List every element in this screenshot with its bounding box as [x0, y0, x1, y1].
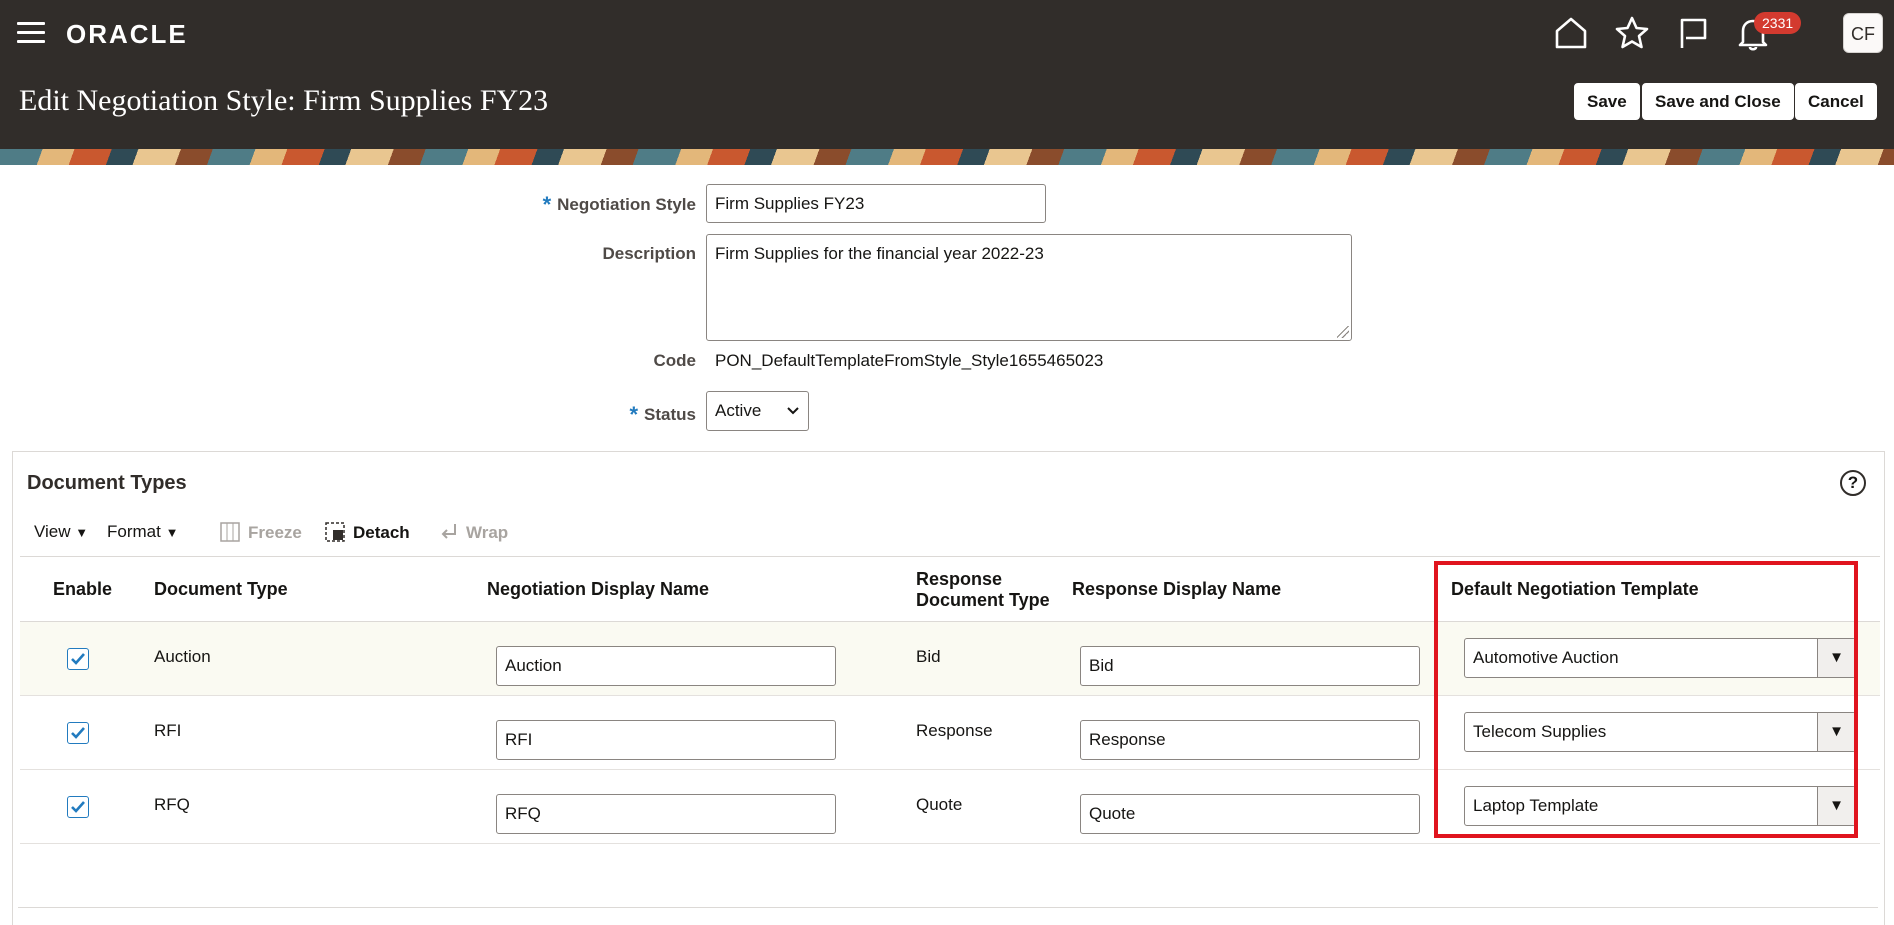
- negotiation-display-name-input[interactable]: RFQ: [496, 794, 836, 834]
- table-row[interactable]: Auction Auction Bid Bid Automotive Aucti…: [20, 622, 1880, 696]
- table-header: Enable Document Type Negotiation Display…: [20, 556, 1880, 622]
- divider: [18, 907, 1878, 908]
- format-menu[interactable]: Format ▼: [107, 522, 178, 542]
- code-label: Code: [653, 351, 697, 370]
- resize-handle-icon[interactable]: [1337, 326, 1349, 338]
- response-display-name-input[interactable]: Quote: [1080, 794, 1420, 834]
- caret-down-icon: ▼: [75, 525, 89, 540]
- detach-icon: [325, 522, 345, 542]
- status-label: * Status: [629, 402, 696, 427]
- global-header: ORACLE 2331 CF Edit Negotiation Style: F…: [0, 0, 1894, 149]
- save-button[interactable]: Save: [1574, 83, 1640, 120]
- save-and-close-button[interactable]: Save and Close: [1642, 83, 1794, 120]
- col-response-document-type: Response Document Type: [916, 569, 1050, 610]
- oracle-logo[interactable]: ORACLE: [66, 19, 188, 50]
- favorites-star-icon[interactable]: [1613, 14, 1651, 52]
- view-menu[interactable]: View ▼: [34, 522, 88, 542]
- negotiation-display-name-input[interactable]: RFI: [496, 720, 836, 760]
- col-negotiation-display-name: Negotiation Display Name: [487, 579, 710, 599]
- wrap-icon: [438, 522, 458, 542]
- col-document-type: Document Type: [154, 579, 288, 599]
- default-template-value: Laptop Template: [1473, 796, 1599, 815]
- response-document-type-cell: Bid: [916, 647, 941, 666]
- cancel-button[interactable]: Cancel: [1795, 83, 1877, 120]
- code-value: PON_DefaultTemplateFromStyle_Style165546…: [715, 351, 1104, 370]
- default-template-combobox[interactable]: Laptop Template ▼: [1464, 786, 1856, 826]
- negotiation-style-input[interactable]: [706, 184, 1046, 223]
- dropdown-arrow-icon[interactable]: ▼: [1817, 787, 1855, 825]
- col-response-display-name: Response Display Name: [1072, 579, 1282, 599]
- document-type-cell: RFQ: [154, 795, 190, 814]
- enable-checkbox[interactable]: [67, 722, 89, 744]
- caret-down-icon: ▼: [165, 525, 179, 540]
- wrap-button[interactable]: Wrap: [438, 522, 508, 543]
- dropdown-arrow-icon[interactable]: ▼: [1817, 639, 1855, 677]
- response-document-type-cell: Response: [916, 721, 993, 740]
- status-select[interactable]: Active: [706, 391, 809, 431]
- menu-icon[interactable]: [17, 22, 45, 44]
- chevron-down-icon: [786, 392, 800, 444]
- description-textarea[interactable]: Firm Supplies for the financial year 202…: [706, 234, 1352, 341]
- decorative-banner: [0, 149, 1894, 165]
- page-title: Edit Negotiation Style: Firm Supplies FY…: [19, 84, 549, 117]
- home-icon[interactable]: [1552, 14, 1590, 52]
- description-text: Firm Supplies for the financial year 202…: [715, 244, 1044, 263]
- negotiation-style-label: * Negotiation Style: [542, 192, 696, 217]
- table-row[interactable]: RFQ RFQ Quote Quote Laptop Template ▼: [20, 770, 1880, 844]
- default-template-value: Automotive Auction: [1473, 648, 1619, 667]
- freeze-icon: [220, 522, 240, 542]
- response-display-name-input[interactable]: Response: [1080, 720, 1420, 760]
- default-template-value: Telecom Supplies: [1473, 722, 1607, 741]
- document-type-cell: Auction: [154, 647, 211, 666]
- col-enable: Enable: [53, 579, 113, 599]
- negotiation-display-name-input[interactable]: Auction: [496, 646, 836, 686]
- enable-checkbox[interactable]: [67, 648, 89, 670]
- document-type-cell: RFI: [154, 721, 182, 740]
- notification-count-badge: 2331: [1754, 12, 1802, 34]
- status-selected-value: Active: [715, 401, 762, 420]
- help-icon[interactable]: ?: [1840, 470, 1866, 496]
- panel-title: Document Types: [27, 472, 187, 494]
- default-template-combobox[interactable]: Automotive Auction ▼: [1464, 638, 1856, 678]
- user-avatar[interactable]: CF: [1843, 13, 1883, 53]
- watchlist-flag-icon[interactable]: [1674, 14, 1712, 52]
- default-template-combobox[interactable]: Telecom Supplies ▼: [1464, 712, 1856, 752]
- document-types-panel: Document Types ? View ▼ Format ▼ Freeze …: [12, 451, 1885, 925]
- dropdown-arrow-icon[interactable]: ▼: [1817, 713, 1855, 751]
- response-document-type-cell: Quote: [916, 795, 963, 814]
- enable-checkbox[interactable]: [67, 796, 89, 818]
- freeze-button[interactable]: Freeze: [220, 522, 302, 543]
- table-row[interactable]: RFI RFI Response Response Telecom Suppli…: [20, 696, 1880, 770]
- col-default-negotiation-template: Default Negotiation Template: [1451, 579, 1699, 599]
- detach-button[interactable]: Detach: [325, 522, 410, 543]
- description-label: Description: [602, 244, 696, 263]
- response-display-name-input[interactable]: Bid: [1080, 646, 1420, 686]
